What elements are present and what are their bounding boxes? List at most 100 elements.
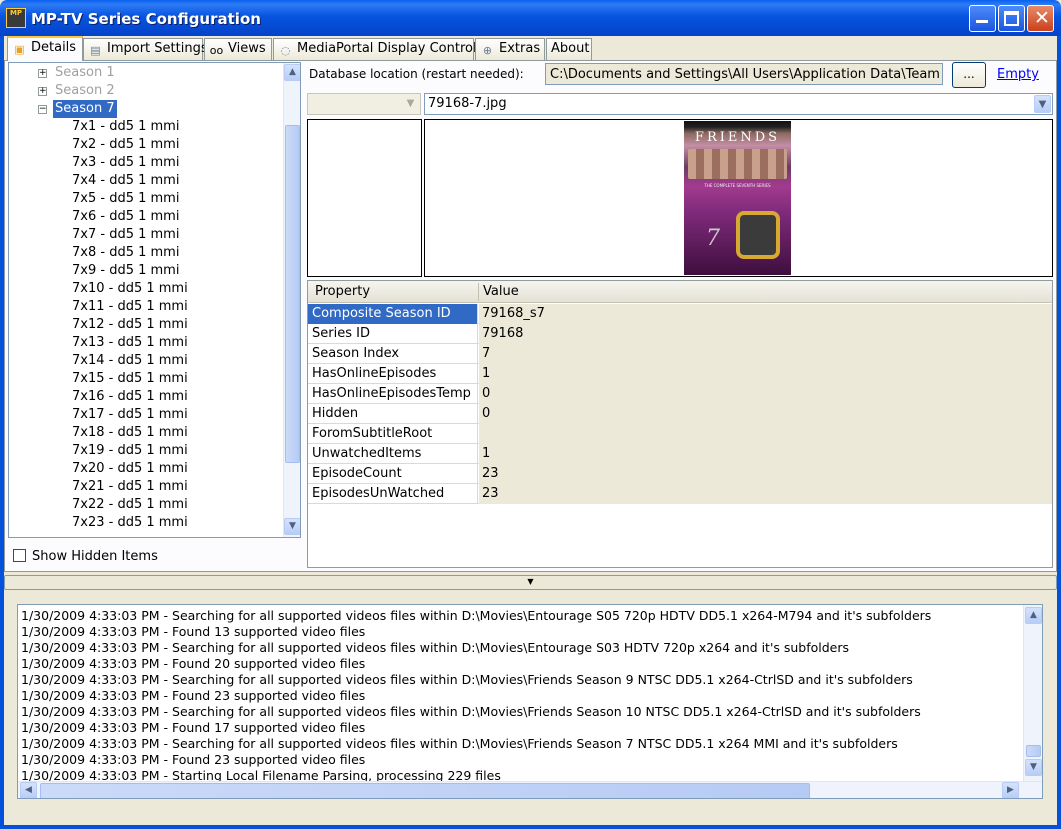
log-line: 1/30/2009 4:33:03 PM - Found 23 supporte…: [21, 752, 366, 767]
tree-item-episode[interactable]: 7x9 - dd5 1 mmi: [72, 262, 179, 280]
show-hidden-label[interactable]: Show Hidden Items: [32, 549, 158, 564]
property-column-header[interactable]: Property: [315, 284, 370, 299]
tree-item-episode[interactable]: 7x5 - dd5 1 mmi: [72, 190, 179, 208]
expand-icon[interactable]: +: [38, 87, 47, 96]
tree-item-season-7[interactable]: Season 7: [53, 100, 117, 118]
expand-icon[interactable]: +: [38, 69, 47, 78]
tree-item-episode[interactable]: 7x20 - dd5 1 mmi: [72, 460, 188, 478]
chevron-down-icon[interactable]: ▼: [1034, 95, 1051, 113]
image-select-combo[interactable]: 79168-7.jpg ▼: [424, 93, 1053, 115]
tree-item-episode[interactable]: 7x12 - dd5 1 mmi: [72, 316, 188, 334]
log-hscrollbar[interactable]: ◀ ▶: [18, 781, 1042, 798]
image-select-value: 79168-7.jpg: [428, 96, 507, 111]
property-row[interactable]: HasOnlineEpisodesTemp 0: [308, 384, 1052, 404]
tree-item-episode[interactable]: 7x16 - dd5 1 mmi: [72, 388, 188, 406]
tree-item-episode[interactable]: 7x6 - dd5 1 mmi: [72, 208, 179, 226]
poster-frame-graphic: [736, 211, 780, 259]
tree-item-episode[interactable]: 7x15 - dd5 1 mmi: [72, 370, 188, 388]
property-value[interactable]: [479, 424, 1052, 444]
tab-extras[interactable]: ⊕ Extras: [475, 38, 545, 60]
scroll-up-icon[interactable]: ▲: [1025, 607, 1042, 624]
tree-item-episode[interactable]: 7x7 - dd5 1 mmi: [72, 226, 179, 244]
log-hscroll-thumb[interactable]: [40, 783, 810, 798]
tab-views[interactable]: oo Views: [204, 38, 272, 60]
empty-link[interactable]: Empty: [997, 67, 1039, 82]
tree-item-episode[interactable]: 7x8 - dd5 1 mmi: [72, 244, 179, 262]
log-line: 1/30/2009 4:33:03 PM - Found 13 supporte…: [21, 624, 366, 639]
scroll-down-icon[interactable]: ▼: [284, 518, 300, 535]
tree-item-episode[interactable]: 7x22 - dd5 1 mmi: [72, 496, 188, 514]
series-tree[interactable]: + Season 1 + Season 2 − Season 7 7x1 - d…: [8, 62, 301, 538]
tab-details[interactable]: ▣ Details: [7, 36, 83, 61]
scroll-up-icon[interactable]: ▲: [284, 64, 300, 81]
tree-scrollbar[interactable]: ▲ ▼: [283, 63, 300, 537]
panel-splitter[interactable]: ▼: [4, 575, 1057, 590]
value-column-header[interactable]: Value: [483, 284, 519, 299]
tab-import-settings[interactable]: ▤ Import Settings: [83, 38, 208, 60]
log-line: 1/30/2009 4:33:03 PM - Searching for all…: [21, 640, 850, 655]
scroll-right-icon[interactable]: ▶: [1002, 782, 1019, 798]
tree-item-season-2[interactable]: Season 2: [53, 82, 117, 100]
log-vscroll-thumb[interactable]: [1026, 745, 1041, 757]
property-value[interactable]: 23: [479, 464, 1052, 484]
property-row[interactable]: ForomSubtitleRoot: [308, 424, 1052, 444]
tree-item-episode[interactable]: 7x2 - dd5 1 mmi: [72, 136, 179, 154]
minimize-button[interactable]: [969, 5, 996, 32]
language-combo[interactable]: ▼: [307, 93, 421, 115]
glasses-icon: oo: [209, 44, 224, 57]
property-value[interactable]: 79168: [479, 324, 1052, 344]
browse-button[interactable]: ...: [952, 62, 986, 88]
tree-item-episode[interactable]: 7x21 - dd5 1 mmi: [72, 478, 188, 496]
close-button[interactable]: ✕: [1027, 5, 1054, 32]
database-location-field[interactable]: C:\Documents and Settings\All Users\Appl…: [545, 63, 943, 85]
tree-item-episode[interactable]: 7x14 - dd5 1 mmi: [72, 352, 188, 370]
tree-item-episode[interactable]: 7x17 - dd5 1 mmi: [72, 406, 188, 424]
property-value[interactable]: 23: [479, 484, 1052, 504]
tab-label: Details: [31, 40, 77, 55]
tree-item-episode[interactable]: 7x18 - dd5 1 mmi: [72, 424, 188, 442]
close-icon: ✕: [1034, 7, 1050, 29]
property-row[interactable]: Hidden 0: [308, 404, 1052, 424]
property-row[interactable]: HasOnlineEpisodes 1: [308, 364, 1052, 384]
tree-item-episode[interactable]: 7x13 - dd5 1 mmi: [72, 334, 188, 352]
maximize-button[interactable]: [998, 5, 1025, 32]
tab-label: Extras: [499, 41, 541, 56]
property-row[interactable]: EpisodeCount 23: [308, 464, 1052, 484]
property-value[interactable]: 1: [479, 444, 1052, 464]
property-grid[interactable]: Property Value Composite Season ID 79168_…: [307, 280, 1053, 568]
collapse-icon[interactable]: −: [38, 105, 47, 114]
tree-scroll-thumb[interactable]: [285, 125, 300, 463]
tab-label: About: [551, 41, 590, 56]
tab-about[interactable]: About: [546, 38, 592, 60]
property-name: EpisodeCount: [308, 464, 478, 484]
property-row[interactable]: Series ID 79168: [308, 324, 1052, 344]
property-row[interactable]: EpisodesUnWatched 23: [308, 484, 1052, 504]
tree-item-episode[interactable]: 7x4 - dd5 1 mmi: [72, 172, 179, 190]
log-line: 1/30/2009 4:33:03 PM - Searching for all…: [21, 672, 913, 687]
window-frame-right: [1057, 36, 1061, 829]
tab-mediaportal-display-control[interactable]: ◌ MediaPortal Display Control: [273, 38, 477, 60]
tree-item-episode[interactable]: 7x10 - dd5 1 mmi: [72, 280, 188, 298]
log-line: 1/30/2009 4:33:03 PM - Searching for all…: [21, 736, 898, 751]
property-name: ForomSubtitleRoot: [308, 424, 478, 444]
property-value[interactable]: 0: [479, 404, 1052, 424]
tree-item-episode[interactable]: 7x3 - dd5 1 mmi: [72, 154, 179, 172]
tree-item-season-1[interactable]: Season 1: [53, 64, 117, 82]
property-value[interactable]: 79168_s7: [479, 304, 1052, 324]
globe-icon: ⊕: [482, 44, 493, 57]
property-value[interactable]: 1: [479, 364, 1052, 384]
property-row[interactable]: Season Index 7: [308, 344, 1052, 364]
property-value[interactable]: 0: [479, 384, 1052, 404]
property-row[interactable]: Composite Season ID 79168_s7: [308, 304, 1052, 324]
property-value[interactable]: 7: [479, 344, 1052, 364]
show-hidden-checkbox[interactable]: [13, 549, 26, 562]
property-row[interactable]: UnwatchedItems 1: [308, 444, 1052, 464]
log-output[interactable]: 1/30/2009 4:33:03 PM - Searching for all…: [17, 604, 1043, 799]
tree-item-episode[interactable]: 7x23 - dd5 1 mmi: [72, 514, 188, 532]
log-vscrollbar[interactable]: ▲ ▼: [1023, 605, 1042, 781]
tree-item-episode[interactable]: 7x1 - dd5 1 mmi: [72, 118, 179, 136]
scroll-down-icon[interactable]: ▼: [1025, 759, 1042, 776]
scroll-left-icon[interactable]: ◀: [20, 782, 37, 798]
tree-item-episode[interactable]: 7x19 - dd5 1 mmi: [72, 442, 188, 460]
tree-item-episode[interactable]: 7x11 - dd5 1 mmi: [72, 298, 188, 316]
